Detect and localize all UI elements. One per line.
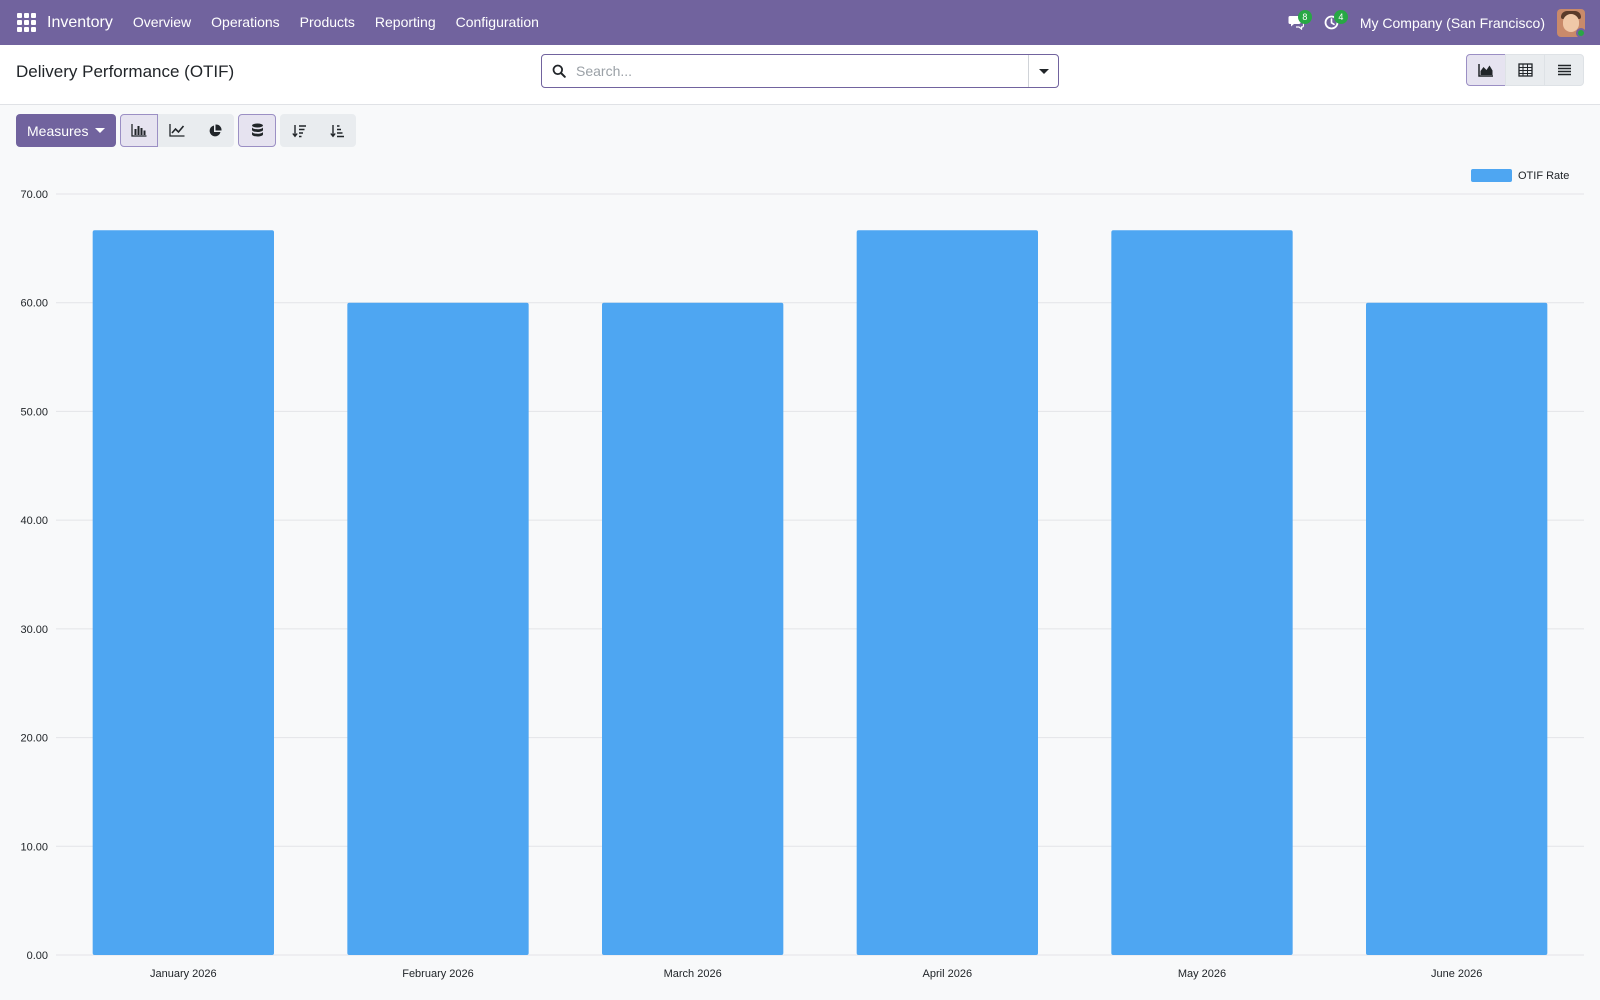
caret-down-icon [95, 128, 106, 133]
top-navbar: Inventory Overview Operations Products R… [0, 0, 1600, 45]
search-options-toggle[interactable] [1028, 55, 1058, 87]
pie-chart-button[interactable] [196, 114, 235, 147]
sort-group [280, 114, 357, 147]
pivot-view-button[interactable] [1505, 54, 1545, 86]
y-tick-label: 40.00 [20, 515, 48, 527]
bar-5[interactable] [1111, 230, 1293, 956]
y-tick-label: 0.00 [27, 950, 48, 962]
messages-count-badge: 8 [1297, 10, 1312, 24]
caret-down-icon [1038, 68, 1049, 74]
bar-4[interactable] [856, 230, 1038, 956]
x-tick-label: May 2026 [1178, 968, 1226, 980]
app-brand[interactable]: Inventory [47, 14, 113, 32]
stacked-toggle-button[interactable] [238, 114, 277, 147]
y-tick-label: 50.00 [20, 406, 48, 418]
page-title: Delivery Performance (OTIF) [16, 62, 235, 81]
view-switcher [1466, 54, 1584, 86]
y-tick-label: 70.00 [20, 189, 48, 201]
x-tick-label: April 2026 [923, 968, 973, 980]
graph-toolbar: Measures [16, 114, 360, 147]
activities-count-badge: 4 [1333, 10, 1348, 24]
menu-products[interactable]: Products [290, 0, 365, 45]
apps-grid-icon [16, 13, 36, 32]
y-tick-label: 30.00 [20, 624, 48, 636]
user-avatar[interactable] [1557, 8, 1585, 37]
apps-menu-button[interactable] [0, 0, 52, 45]
sort-ascending-icon [330, 124, 344, 137]
search-input[interactable] [576, 56, 1028, 86]
search-bar [541, 54, 1059, 88]
search-icon [542, 55, 576, 87]
measures-label: Measures [27, 122, 89, 139]
list-view-button[interactable] [1544, 54, 1584, 86]
y-tick-label: 60.00 [20, 298, 48, 310]
area-chart-icon [1478, 64, 1493, 77]
legend-label[interactable]: OTIF Rate [1518, 170, 1569, 182]
sort-ascending-button[interactable] [318, 114, 357, 147]
pie-chart-icon [210, 123, 222, 136]
control-panel: Delivery Performance (OTIF) [0, 45, 1600, 105]
line-chart-icon [169, 124, 185, 137]
bar-6[interactable] [1366, 302, 1548, 955]
sort-descending-icon [292, 124, 306, 137]
menu-overview[interactable]: Overview [123, 0, 201, 45]
x-tick-label: January 2026 [150, 968, 217, 980]
measures-dropdown-button[interactable]: Measures [16, 114, 117, 147]
y-tick-label: 20.00 [20, 733, 48, 745]
bar-3[interactable] [602, 302, 784, 955]
list-icon [1557, 64, 1571, 76]
bar-chart-icon [131, 124, 147, 137]
messages-button[interactable]: 8 [1278, 0, 1314, 45]
bar-chart-button[interactable] [120, 114, 159, 147]
graph-view-button[interactable] [1466, 54, 1506, 86]
stacked-group [238, 114, 277, 147]
menu-operations[interactable]: Operations [201, 0, 289, 45]
otif-bar-chart: 0.00 10.00 20.00 30.00 40.00 50.00 60.00 70.00 J… [0, 160, 1600, 990]
database-icon [251, 123, 263, 137]
table-icon [1517, 63, 1533, 77]
x-tick-label: March 2026 [664, 968, 722, 980]
line-chart-button[interactable] [158, 114, 197, 147]
bar-1[interactable] [92, 230, 274, 956]
online-status-dot [1576, 27, 1585, 37]
x-tick-label: June 2026 [1431, 968, 1482, 980]
x-tick-label: February 2026 [402, 968, 474, 980]
y-tick-label: 10.00 [20, 841, 48, 853]
legend-swatch[interactable] [1471, 169, 1512, 182]
sort-descending-button[interactable] [280, 114, 319, 147]
company-switcher[interactable]: My Company (San Francisco) [1360, 15, 1545, 31]
bar-2[interactable] [347, 302, 529, 955]
chart-canvas: 0.00 10.00 20.00 30.00 40.00 50.00 60.00 70.00 J… [20, 169, 1584, 980]
chart-type-group [120, 114, 235, 147]
activities-button[interactable]: 4 [1314, 0, 1350, 45]
menu-reporting[interactable]: Reporting [365, 0, 446, 45]
menu-configuration[interactable]: Configuration [446, 0, 549, 45]
